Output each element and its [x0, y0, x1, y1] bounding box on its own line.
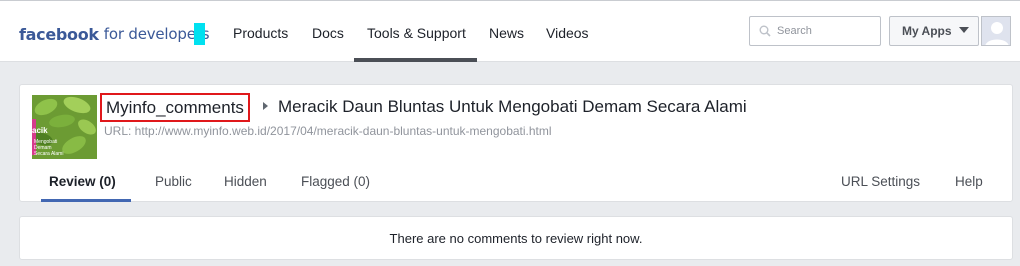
my-apps-label: My Apps [902, 24, 952, 38]
page-title: Meracik Daun Bluntas Untuk Mengobati Dem… [278, 97, 747, 116]
tab-flagged[interactable]: Flagged (0) [301, 174, 370, 189]
breadcrumb-arrow-icon [263, 102, 268, 110]
page-url: URL: http://www.myinfo.web.id/2017/04/me… [104, 124, 552, 138]
page-thumbnail: acik Mengobati Demam Secara Alami [32, 95, 97, 159]
active-tab-indicator [41, 199, 131, 202]
top-navigation-bar: facebook for developers Products Docs To… [0, 0, 1020, 62]
nav-docs[interactable]: Docs [312, 25, 344, 41]
nav-products[interactable]: Products [233, 25, 288, 41]
my-apps-dropdown[interactable]: My Apps [889, 16, 979, 46]
caret-down-icon [958, 27, 969, 33]
tab-public[interactable]: Public [155, 174, 192, 189]
empty-state-message: There are no comments to review right no… [389, 230, 643, 246]
nav-news[interactable]: News [489, 25, 524, 41]
tab-help[interactable]: Help [955, 174, 983, 189]
search-box[interactable] [749, 16, 881, 46]
app-name-link[interactable]: Myinfo_comments [100, 93, 250, 122]
active-nav-indicator [354, 58, 477, 62]
tab-review[interactable]: Review (0) [49, 174, 116, 189]
logo-brand-text: facebook [19, 24, 99, 44]
facebook-for-developers-logo[interactable]: facebook for developers [19, 23, 210, 45]
default-user-icon [982, 17, 1010, 45]
nav-tools-and-support[interactable]: Tools & Support [367, 25, 466, 41]
url-moderation-card: acik Mengobati Demam Secara Alami Myinfo… [19, 84, 1013, 202]
tab-url-settings[interactable]: URL Settings [841, 174, 920, 189]
tab-hidden[interactable]: Hidden [224, 174, 267, 189]
avatar[interactable] [981, 16, 1011, 46]
search-input[interactable] [777, 25, 867, 37]
text-cursor-highlight [194, 23, 205, 45]
search-icon [759, 25, 771, 37]
empty-state-card: There are no comments to review right no… [19, 216, 1013, 260]
nav-videos[interactable]: Videos [546, 25, 589, 41]
thumbnail-caption-1: acik [32, 126, 48, 135]
thumbnail-caption-2: Mengobati Demam Secara Alami [34, 139, 64, 157]
